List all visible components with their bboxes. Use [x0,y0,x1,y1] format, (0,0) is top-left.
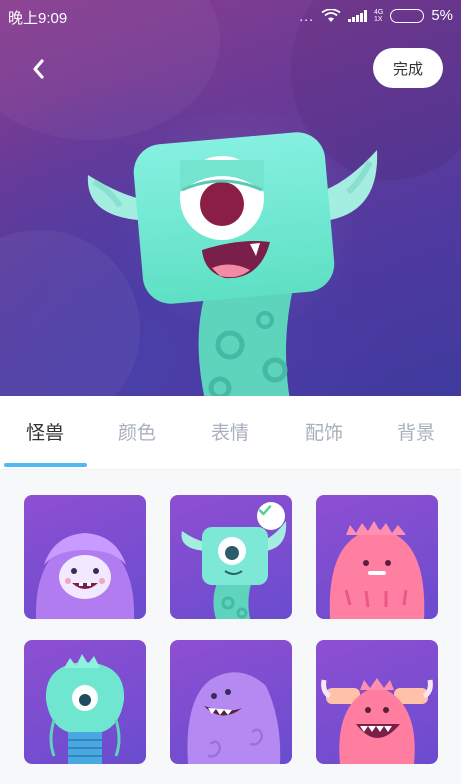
more-dots-icon: ... [299,7,314,24]
tab-monster[interactable]: 怪兽 [26,418,64,445]
back-button[interactable] [24,54,54,84]
monster-option-furry-purple[interactable] [24,495,146,619]
signal-icon [347,9,367,22]
active-tab-indicator [4,463,87,467]
status-icons: ... 4G 1X 5% [299,7,453,24]
tab-background[interactable]: 背景 [397,418,435,445]
hero-preview: 晚上9:09 ... 4G 1X 5% 完成 [0,0,461,396]
battery-icon [390,8,425,23]
selected-check-icon [257,502,285,530]
tab-expression[interactable]: 表情 [211,418,249,445]
monster-preview-image [87,132,378,396]
tab-accessory[interactable]: 配饰 [305,418,343,445]
tab-color[interactable]: 颜色 [118,418,156,445]
wifi-icon [321,8,341,22]
furry-purple-monster-image [35,533,135,619]
chevron-left-icon [33,59,44,79]
purple-dino-monster-image [187,672,281,764]
monster-option-pink-horned[interactable] [316,640,438,764]
pink-fluffy-monster-image [329,521,425,619]
monster-grid [0,470,461,784]
battery-percent: 5% [431,7,453,24]
status-bar: 晚上9:09 ... 4G 1X 5% [0,0,461,34]
pink-horned-monster-image [321,678,433,764]
monster-option-cyclops-teal[interactable] [170,495,292,619]
category-tabs: 怪兽 颜色 表情 配饰 背景 [0,396,461,470]
monster-option-pink-fluffy[interactable] [316,495,438,619]
monster-option-purple-dino[interactable] [170,640,292,764]
status-time: 晚上9:09 [8,10,68,27]
done-button[interactable]: 完成 [373,48,443,88]
teal-balloon-monster-image [45,654,125,764]
network-label: 4G 1X [373,8,384,23]
monster-option-teal-balloon[interactable] [24,640,146,764]
